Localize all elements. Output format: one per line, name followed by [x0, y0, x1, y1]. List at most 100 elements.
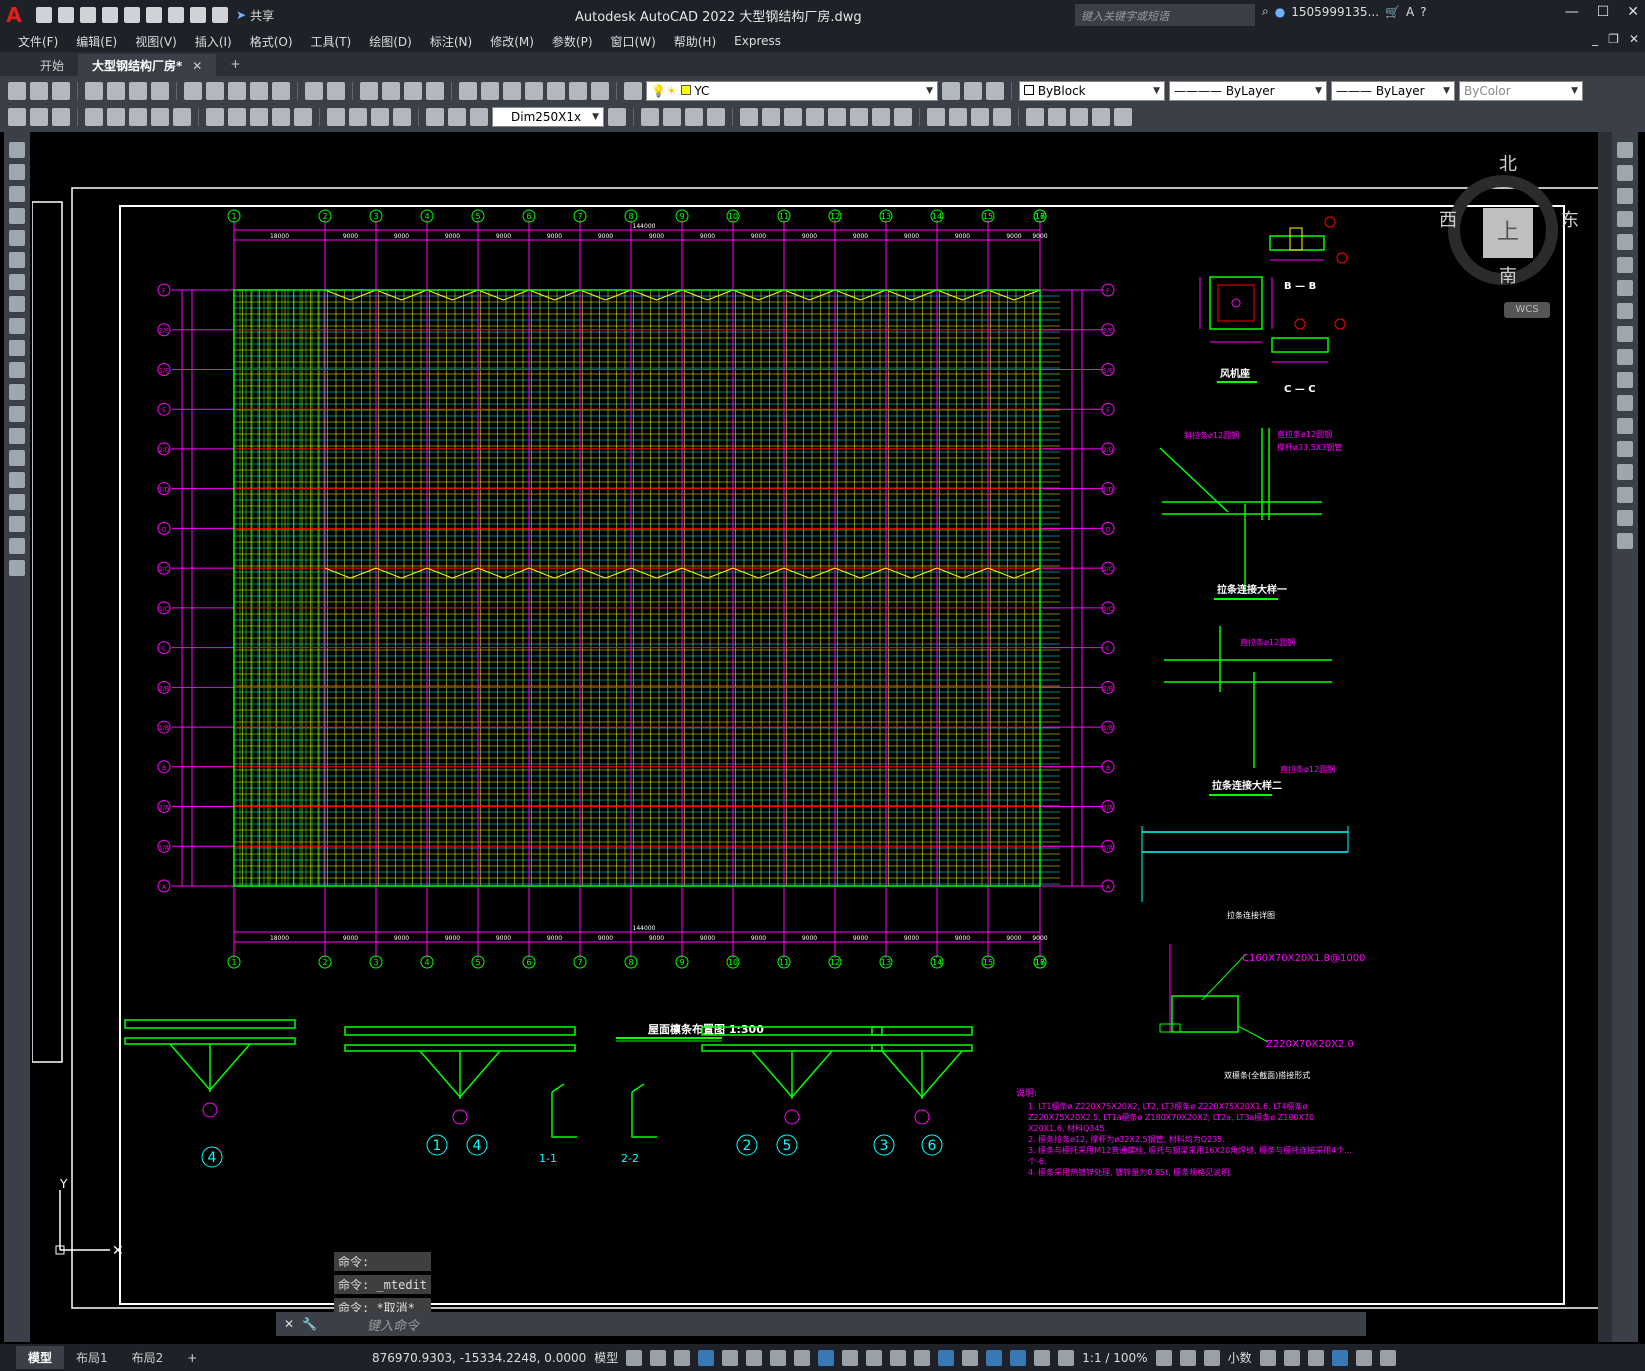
- polar-icon[interactable]: [746, 1349, 763, 1366]
- viewcube-top-face[interactable]: 上: [1483, 208, 1533, 258]
- layer-properties-icon[interactable]: [624, 82, 642, 100]
- grid-icon[interactable]: [626, 1349, 643, 1366]
- hatch-back-icon[interactable]: [1114, 108, 1132, 126]
- tool-palettes-icon[interactable]: [503, 82, 521, 100]
- extend-icon[interactable]: [1617, 372, 1633, 388]
- selection-cycling-icon[interactable]: [890, 1349, 907, 1366]
- dim-update-icon[interactable]: [470, 108, 488, 126]
- infer-constraints-icon[interactable]: [674, 1349, 691, 1366]
- clean-screen-icon[interactable]: [1355, 1349, 1372, 1366]
- menu-window[interactable]: 窗口(W): [611, 33, 656, 50]
- ellipse-icon[interactable]: [9, 340, 25, 356]
- make-current-layer-icon[interactable]: [942, 82, 960, 100]
- offset-icon[interactable]: [685, 108, 703, 126]
- 3d-osnap-icon[interactable]: [914, 1349, 931, 1366]
- extend-icon[interactable]: [850, 108, 868, 126]
- blend-icon[interactable]: [1617, 510, 1633, 526]
- dim-style-icon[interactable]: [608, 108, 626, 126]
- region-icon[interactable]: [9, 494, 25, 510]
- move-icon[interactable]: [1617, 257, 1633, 273]
- vertical-scrollbar[interactable]: [1598, 132, 1612, 1342]
- new-icon[interactable]: [36, 7, 52, 23]
- lock-ui-icon[interactable]: [1283, 1349, 1300, 1366]
- lineweight-icon[interactable]: [842, 1349, 859, 1366]
- sheet-set-icon[interactable]: [525, 82, 543, 100]
- save-icon[interactable]: [80, 7, 96, 23]
- mtext-icon[interactable]: [9, 538, 25, 554]
- polyline-icon[interactable]: [9, 186, 25, 202]
- scale-icon[interactable]: [784, 108, 802, 126]
- jogged-linear-icon[interactable]: [393, 108, 411, 126]
- tab-start[interactable]: 开始: [26, 54, 78, 76]
- array-icon[interactable]: [707, 108, 725, 126]
- insert-block-icon[interactable]: [9, 384, 25, 400]
- dim-space-icon[interactable]: [272, 108, 290, 126]
- quick-properties-icon[interactable]: [1259, 1349, 1276, 1366]
- maximize-icon[interactable]: ☐: [1597, 4, 1610, 20]
- isodraft-icon[interactable]: [770, 1349, 787, 1366]
- scale-icon[interactable]: [1617, 303, 1633, 319]
- redo-icon[interactable]: [212, 7, 228, 23]
- offset-icon[interactable]: [1617, 211, 1633, 227]
- menu-view[interactable]: 视图(V): [135, 33, 177, 50]
- search-icon[interactable]: ⌕: [1262, 4, 1269, 19]
- save-as-icon[interactable]: [102, 7, 118, 23]
- customization-icon[interactable]: [1379, 1349, 1396, 1366]
- compass-north[interactable]: 北: [1499, 150, 1517, 176]
- command-line[interactable]: ✕ 🔧 键入命令: [276, 1312, 1366, 1336]
- tolerance-icon[interactable]: [327, 108, 345, 126]
- menu-file[interactable]: 文件(F): [18, 33, 58, 50]
- quick-dim-icon[interactable]: [206, 108, 224, 126]
- make-block-icon[interactable]: [9, 406, 25, 422]
- rectangle-icon[interactable]: [9, 230, 25, 246]
- dim-edit-icon[interactable]: [426, 108, 444, 126]
- break-icon[interactable]: [872, 108, 890, 126]
- drawing-canvas[interactable]: 1 1 2 2 3 3 4 4 5 5 6 6 7 7 8 8 9 9 10 10 11 11 12 12 13 13 14 14 15…: [32, 132, 1598, 1344]
- zoom-previous-icon[interactable]: [426, 82, 444, 100]
- undo-icon[interactable]: [190, 7, 206, 23]
- mirror-icon[interactable]: [1617, 188, 1633, 204]
- markup-icon[interactable]: [547, 82, 565, 100]
- stretch-icon[interactable]: [806, 108, 824, 126]
- cut-icon[interactable]: [184, 82, 202, 100]
- customize-icon[interactable]: 🔧: [302, 1317, 317, 1331]
- fillet-icon[interactable]: [949, 108, 967, 126]
- calculator-icon[interactable]: [569, 82, 587, 100]
- zoom-realtime-icon[interactable]: [382, 82, 400, 100]
- move-icon[interactable]: [740, 108, 758, 126]
- doc-minimize-icon[interactable]: _: [1592, 32, 1598, 46]
- menu-dimension[interactable]: 标注(N): [430, 33, 472, 50]
- menu-modify[interactable]: 修改(M): [490, 33, 534, 50]
- selection-filter-icon[interactable]: [962, 1349, 979, 1366]
- wcs-menu-button[interactable]: WCS: [1504, 302, 1550, 318]
- object-snap-icon[interactable]: [818, 1349, 835, 1366]
- dim-linear-icon[interactable]: [8, 108, 26, 126]
- block-editor-icon[interactable]: [272, 82, 290, 100]
- design-center-icon[interactable]: [481, 82, 499, 100]
- paste-icon[interactable]: [228, 82, 246, 100]
- color-combo[interactable]: ByBlock ▼: [1019, 81, 1165, 101]
- circle-icon[interactable]: [9, 274, 25, 290]
- tab-model[interactable]: 模型: [16, 1346, 65, 1369]
- menu-insert[interactable]: 插入(I): [195, 33, 232, 50]
- dim-text-edit-icon[interactable]: [448, 108, 466, 126]
- dim-arc-icon[interactable]: [52, 108, 70, 126]
- dim-radius-icon[interactable]: [107, 108, 125, 126]
- join-icon[interactable]: [894, 108, 912, 126]
- gradient-icon[interactable]: [9, 472, 25, 488]
- menu-parameter[interactable]: 参数(P): [552, 33, 593, 50]
- explode-icon[interactable]: [993, 108, 1011, 126]
- plotstyle-combo[interactable]: ByColor ▼: [1459, 81, 1583, 101]
- doc-restore-icon[interactable]: ❐: [1608, 32, 1619, 46]
- preview-icon[interactable]: [107, 82, 125, 100]
- trim-icon[interactable]: [828, 108, 846, 126]
- tab-close-icon[interactable]: ✕: [192, 59, 202, 73]
- 3d-dwf-icon[interactable]: [151, 82, 169, 100]
- dim-break-icon[interactable]: [294, 108, 312, 126]
- mirror-icon[interactable]: [663, 108, 681, 126]
- close-icon[interactable]: ✕: [1627, 4, 1639, 20]
- fillet-icon[interactable]: [1617, 487, 1633, 503]
- share-button[interactable]: ➤ 共享: [236, 7, 274, 24]
- viewcube[interactable]: 上 北 南 东 西: [1433, 150, 1583, 290]
- break-icon[interactable]: [1617, 418, 1633, 434]
